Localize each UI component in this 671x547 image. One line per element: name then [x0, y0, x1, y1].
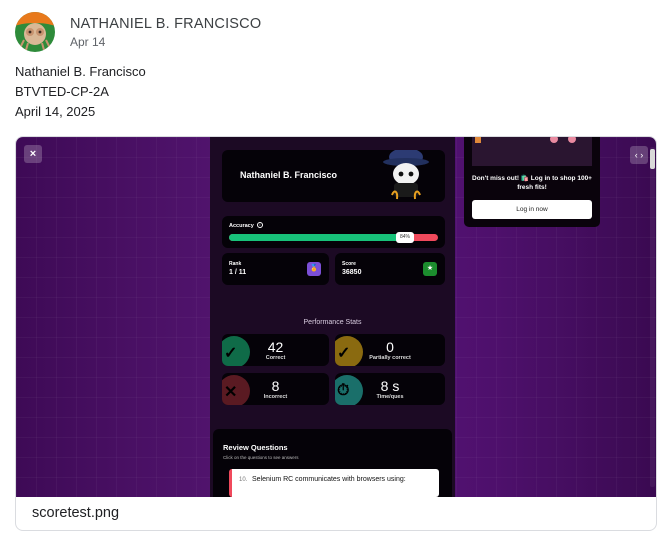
- quiz-result-panel: Nathaniel B. Francisco Accuracy i 84% Ra…: [210, 137, 455, 497]
- post-body-line: April 14, 2025: [15, 104, 96, 119]
- post-body-line: BTVTED-CP-2A: [15, 84, 109, 99]
- author-avatar[interactable]: [15, 12, 55, 52]
- stat-partial: ✓ 0 Partially correct: [335, 334, 445, 366]
- author-name[interactable]: NATHANIEL B. FRANCISCO: [70, 16, 261, 32]
- stat-partial-label: Partially correct: [369, 355, 411, 361]
- post-date: Apr 14: [70, 35, 106, 49]
- attachment-card[interactable]: × ‹ › Nathaniel B. Francisco Accuracy i …: [15, 136, 657, 531]
- score-label: Score: [342, 261, 356, 267]
- rank-value: 1 / 11: [229, 269, 247, 276]
- info-icon: i: [257, 222, 263, 228]
- attachment-preview[interactable]: × ‹ › Nathaniel B. Francisco Accuracy i …: [16, 137, 656, 497]
- ad-panel: Don't miss out! 🛍️ Log in to shop 100+ f…: [464, 137, 600, 227]
- attachment-filename[interactable]: scoretest.png: [32, 505, 119, 521]
- stat-time-value: 8 s: [380, 378, 400, 394]
- stat-correct-value: 42: [267, 339, 284, 355]
- accuracy-bar-fill: [229, 234, 405, 241]
- question-number: 10.: [239, 477, 248, 483]
- rank-label: Rank: [229, 261, 242, 267]
- stat-correct: ✓ 42 Correct: [222, 334, 329, 366]
- question-card: 10. Selenium RC communicates with browse…: [229, 469, 439, 497]
- stat-time-label: Time/ques: [376, 394, 404, 400]
- ad-image: [472, 137, 592, 166]
- ad-login-button: Log in now: [472, 200, 592, 219]
- stat-partial-value: 0: [386, 339, 394, 355]
- review-title: Review Questions: [223, 443, 288, 452]
- score-card: Score 36850 ★: [335, 253, 445, 285]
- medal-icon: 🏅: [307, 262, 321, 276]
- star-icon: ★: [423, 262, 437, 276]
- accuracy-percent: 84%: [396, 232, 414, 243]
- stat-correct-label: Correct: [265, 355, 286, 361]
- scroll-thumb: [650, 149, 655, 169]
- player-card: Nathaniel B. Francisco: [222, 150, 445, 202]
- review-questions: Review Questions Click on the questions …: [213, 429, 452, 497]
- stat-incorrect: ✕ 8 Incorrect: [222, 373, 329, 405]
- accuracy-label: Accuracy: [229, 223, 254, 229]
- post-body-line: Nathaniel B. Francisco: [15, 64, 146, 79]
- stat-incorrect-value: 8: [271, 378, 280, 394]
- stat-time: ⏱ 8 s Time/ques: [335, 373, 445, 405]
- ad-text: Don't miss out! 🛍️ Log in to shop 100+ f…: [472, 175, 592, 191]
- score-value: 36850: [342, 269, 362, 276]
- scrollbar: [650, 147, 655, 487]
- review-subtitle: Click on the questions to see answers: [223, 455, 299, 460]
- stat-incorrect-label: Incorrect: [263, 394, 288, 400]
- player-name: Nathaniel B. Francisco: [240, 170, 338, 180]
- mascot-avatar-icon: [383, 150, 429, 200]
- code-icon: ‹ ›: [630, 146, 648, 164]
- question-text: Selenium RC communicates with browsers u…: [252, 476, 406, 483]
- rank-card: Rank 1 / 11 🏅: [222, 253, 329, 285]
- accuracy-card: Accuracy i 84%: [222, 216, 445, 248]
- post-body: Nathaniel B. Francisco BTVTED-CP-2A Apri…: [15, 62, 146, 122]
- close-icon: ×: [24, 145, 42, 163]
- performance-title: Performance Stats: [303, 319, 362, 326]
